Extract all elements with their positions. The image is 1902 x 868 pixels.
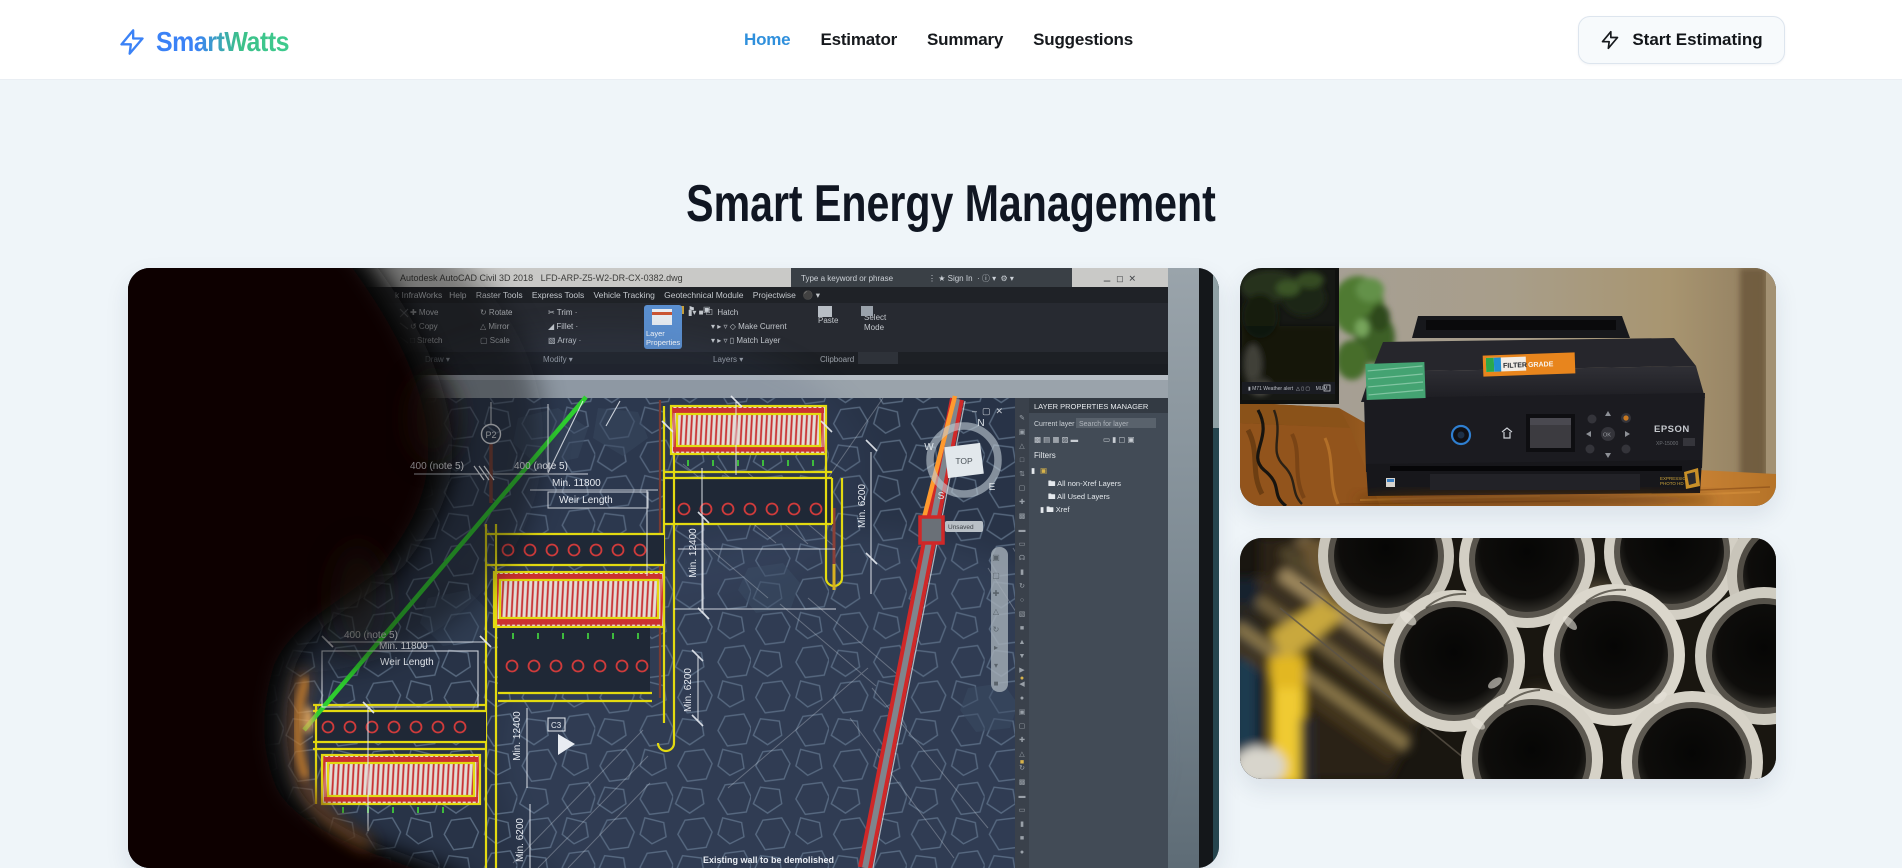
svg-text:▮: ▮ xyxy=(1020,821,1024,828)
svg-text:↻: ↻ xyxy=(993,625,1000,634)
svg-text:Min. 12400: Min. 12400 xyxy=(512,711,523,761)
svg-text:▣: ▣ xyxy=(1019,709,1026,716)
svg-text:▩: ▩ xyxy=(1019,513,1026,520)
svg-text:▲: ▲ xyxy=(1019,639,1026,646)
svg-text:400 (note 5): 400 (note 5) xyxy=(410,461,464,472)
svg-text:Search for layer: Search for layer xyxy=(1079,421,1129,428)
svg-text:▣: ▣ xyxy=(703,305,711,314)
svg-text:▮: ▮ xyxy=(1031,466,1035,475)
svg-text:Min. 11800: Min. 11800 xyxy=(552,478,601,489)
svg-text:LAYER PROPERTIES MANAGER: LAYER PROPERTIES MANAGER xyxy=(1034,402,1149,411)
svg-text:⇅: ⇅ xyxy=(1019,471,1025,478)
svg-text:●: ● xyxy=(1020,675,1024,682)
svg-text:▸: ▸ xyxy=(994,643,998,652)
svg-text:▮▾ ■ ☐ Hatch: ▮▾ ■ ☐ Hatch xyxy=(688,308,738,317)
svg-text:Min. 12400: Min. 12400 xyxy=(688,528,699,578)
svg-text:Weir Length: Weir Length xyxy=(380,657,434,668)
svg-text:✎: ✎ xyxy=(1019,415,1025,422)
svg-text:▬: ▬ xyxy=(1019,793,1026,800)
svg-text:▮: ▮ xyxy=(1020,569,1024,576)
svg-text:●: ● xyxy=(1020,695,1024,702)
svg-text:⋮ ★ Sign In · ⓘ ▾ ⚙ ▾: ⋮ ★ Sign In · ⓘ ▾ ⚙ ▾ xyxy=(928,274,1014,283)
svg-text:▮ M71 Weather alert △ ▯ ▢: ▮ M71 Weather alert △ ▯ ▢ MUM xyxy=(1248,386,1328,392)
svg-text:■: ■ xyxy=(994,679,999,688)
svg-text:⚊ ◻ ✕: ⚊ ◻ ✕ xyxy=(1103,274,1136,284)
svg-text:XP-15000: XP-15000 xyxy=(1656,441,1678,447)
svg-text:– ▢ ✕: – ▢ ✕ xyxy=(972,406,1003,416)
svg-text:PHOTO HD: PHOTO HD xyxy=(1660,481,1684,486)
svg-text:▩ ▤ ▦ ▨ ▬: ▩ ▤ ▦ ▨ ▬ xyxy=(1034,435,1079,444)
svg-text:S: S xyxy=(938,491,945,502)
svg-text:Current layer: Current layer xyxy=(1034,421,1075,428)
svg-text:FILTER: FILTER xyxy=(1503,362,1527,370)
svg-text:N: N xyxy=(977,418,984,429)
svg-text:▭ ▮ ▢ ▣: ▭ ▮ ▢ ▣ xyxy=(1103,435,1135,444)
svg-text:▣: ▣ xyxy=(1019,429,1026,436)
svg-text:✚: ✚ xyxy=(1019,736,1025,744)
svg-text:EPSON: EPSON xyxy=(1654,424,1690,435)
svg-text:↻: ↻ xyxy=(1019,583,1025,590)
svg-text:☊: ☊ xyxy=(1019,554,1025,562)
svg-text:Min. 6200: Min. 6200 xyxy=(515,818,526,862)
svg-text:✚: ✚ xyxy=(1019,498,1025,506)
svg-text:Clipboard: Clipboard xyxy=(820,355,854,364)
svg-text:↻: ↻ xyxy=(1019,765,1025,772)
svg-text:Min. 6200: Min. 6200 xyxy=(683,668,694,712)
svg-text:OK: OK xyxy=(1603,433,1611,439)
svg-text:▭: ▭ xyxy=(1019,807,1026,814)
svg-text:△: △ xyxy=(993,607,1000,616)
svg-text:▢: ▢ xyxy=(992,571,1000,580)
svg-text:Min. 6200: Min. 6200 xyxy=(857,484,868,528)
svg-text:▢: ▢ xyxy=(1019,723,1026,730)
svg-text:✂ Trim ·: ✂ Trim · xyxy=(548,308,577,317)
svg-text:🖿 All Used Layers: 🖿 All Used Layers xyxy=(1048,492,1110,501)
svg-text:⚑: ⚑ xyxy=(688,305,695,314)
svg-text:Mode: Mode xyxy=(864,323,885,332)
svg-text:✚: ✚ xyxy=(993,589,1000,598)
svg-text:▮ 🖿 Xref: ▮ 🖿 Xref xyxy=(1040,505,1070,514)
svg-text:▩: ▩ xyxy=(1019,779,1026,786)
svg-text:Filters: Filters xyxy=(1034,451,1056,460)
svg-text:▼: ▼ xyxy=(1019,653,1026,660)
svg-text:○: ○ xyxy=(1020,597,1024,604)
svg-text:Existing wall to be demolished: Existing wall to be demolished xyxy=(703,855,834,865)
svg-text:C3: C3 xyxy=(551,721,562,730)
svg-text:Paste: Paste xyxy=(818,316,839,325)
svg-text:▣: ▣ xyxy=(992,553,1000,562)
svg-text:▶: ▶ xyxy=(1019,667,1025,674)
svg-text:E: E xyxy=(989,482,996,493)
svg-text:△: △ xyxy=(1019,751,1025,758)
svg-text:■: ■ xyxy=(1020,625,1024,632)
svg-text:W: W xyxy=(924,442,934,453)
svg-text:■: ■ xyxy=(1020,759,1024,766)
svg-text:GRADE: GRADE xyxy=(1528,361,1554,369)
svg-text:Unsaved: Unsaved xyxy=(948,524,974,531)
svg-text:●: ● xyxy=(1020,849,1024,856)
svg-text:▾ ▸ ▿ ◇ Make Current: ▾ ▸ ▿ ◇ Make Current xyxy=(711,322,787,331)
svg-text:▾: ▾ xyxy=(994,661,998,670)
svg-text:▢: ▢ xyxy=(1019,485,1026,492)
svg-text:▬: ▬ xyxy=(1019,527,1026,534)
svg-text:🖿 All non-Xref Layers: 🖿 All non-Xref Layers xyxy=(1048,479,1121,488)
svg-text:△: △ xyxy=(1019,443,1025,450)
svg-text:▣: ▣ xyxy=(1040,466,1047,475)
svg-text:▧: ▧ xyxy=(1019,611,1026,618)
svg-text:■: ■ xyxy=(1020,835,1024,842)
svg-text:▭: ▭ xyxy=(1019,541,1026,548)
svg-text:Weir Length: Weir Length xyxy=(559,495,613,506)
svg-text:TOP: TOP xyxy=(955,456,973,466)
svg-text:◀: ◀ xyxy=(1019,681,1025,688)
svg-text:Type a keyword or phrase: Type a keyword or phrase xyxy=(801,274,894,283)
